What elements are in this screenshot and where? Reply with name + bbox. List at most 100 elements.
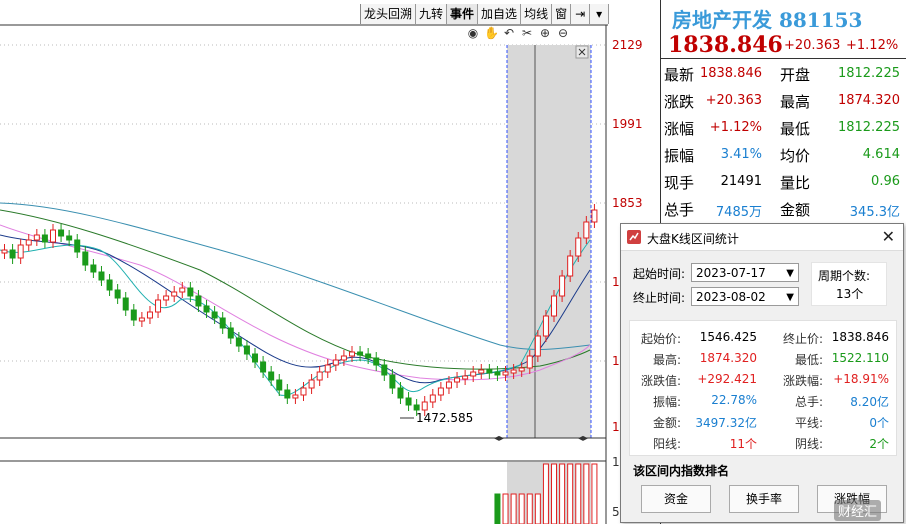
start-time-value: 2023-07-17: [696, 266, 766, 280]
stat-value: 1874.320: [699, 351, 757, 365]
dialog-titlebar[interactable]: 大盘K线区间统计 ✕: [621, 224, 903, 251]
candle: [82, 251, 89, 266]
quote-label: 涨幅: [664, 120, 695, 138]
stat-value: 1546.425: [699, 330, 757, 344]
candle: [163, 295, 170, 301]
tab-add-watchlist[interactable]: 加自选: [478, 4, 522, 24]
candle: [58, 229, 65, 237]
candle: [308, 379, 315, 389]
quote-label: 最高: [780, 93, 811, 111]
candle: [235, 337, 242, 347]
candle: [284, 389, 291, 399]
stat-label: 平线:: [794, 416, 823, 430]
candle: [357, 351, 364, 356]
close-icon[interactable]: ✕: [882, 227, 895, 246]
period-count-box: 周期个数: 13个: [811, 262, 887, 306]
quote-label: 开盘: [780, 66, 811, 84]
candle: [155, 299, 162, 313]
eye-icon[interactable]: ◉: [466, 26, 480, 40]
zoom-out-icon[interactable]: ⊖: [556, 26, 570, 40]
dropdown-icon[interactable]: ▾: [590, 4, 610, 24]
tab-window[interactable]: 窗: [552, 4, 572, 24]
candle: [381, 364, 388, 376]
quote-row: 振幅 3.41% 均价 4.614: [662, 141, 904, 167]
candle: [445, 381, 452, 389]
price-axis-label: 2129: [612, 38, 643, 52]
volume-bar: [575, 463, 582, 524]
stat-value: 22.78%: [711, 393, 757, 407]
end-time-select[interactable]: 2023-08-02 ▼: [691, 287, 799, 306]
candle: [316, 371, 323, 381]
close-selection-icon[interactable]: [575, 45, 589, 59]
candle: [187, 287, 194, 297]
candle: [17, 244, 24, 259]
candle: [66, 235, 73, 241]
stat-label: 阴线:: [794, 437, 823, 451]
quote-value: +20.363: [705, 93, 762, 108]
start-time-select[interactable]: 2023-07-17 ▼: [691, 263, 799, 282]
capital-flow-button[interactable]: 资金: [641, 485, 711, 513]
volume-bar: [494, 493, 501, 524]
ma-line-pink: [0, 224, 591, 381]
turnover-rate-button[interactable]: 换手率: [729, 485, 799, 513]
stat-value: 2个: [869, 437, 889, 451]
candle: [478, 369, 485, 374]
candle: [454, 377, 461, 383]
candle: [300, 387, 307, 396]
candle: [9, 249, 16, 259]
scissors-icon[interactable]: ✂: [520, 26, 534, 40]
volume-bar: [534, 493, 541, 524]
hand-icon[interactable]: ✋: [484, 26, 499, 40]
stat-value: 11个: [729, 437, 757, 451]
period-count-label: 周期个数:: [818, 269, 871, 283]
tab-events[interactable]: 事件: [447, 4, 479, 24]
svg-text:◂▸: ◂▸: [494, 433, 504, 444]
kline-chart[interactable]: 1472.585 ◂▸ ◂▸: [0, 0, 610, 524]
tab-dragon-head-review[interactable]: 龙头回溯: [361, 4, 417, 24]
candle: [146, 311, 153, 319]
candle: [559, 275, 566, 297]
quote-value: 1812.225: [837, 120, 900, 135]
stat-label: 总手:: [794, 395, 823, 409]
candle: [90, 264, 97, 273]
end-time-label: 终止时间:: [633, 291, 686, 305]
quote-label: 现手: [664, 174, 695, 192]
candle: [179, 287, 186, 293]
candle: [276, 379, 283, 391]
stat-label: 最低:: [794, 353, 823, 367]
quote-label: 涨跌: [664, 93, 695, 111]
candle: [219, 317, 226, 329]
panel-divider: [660, 58, 906, 59]
candle: [324, 364, 331, 373]
tab-nine-turn[interactable]: 九转: [416, 4, 448, 24]
period-count-value: 13个: [836, 287, 864, 301]
candle: [171, 291, 178, 297]
candle: [373, 357, 380, 366]
candle: [462, 375, 469, 380]
ma-line-blue: [0, 202, 591, 350]
candle: [114, 289, 121, 299]
candle: [203, 305, 210, 313]
quote-value: 7485万: [715, 205, 762, 220]
candle: [575, 237, 582, 257]
candle: [494, 371, 501, 376]
candle: [510, 369, 517, 374]
quote-row: 现手 21491 量比 0.96: [662, 168, 904, 194]
zoom-in-icon[interactable]: ⊕: [538, 26, 552, 40]
collapse-right-icon[interactable]: ⇥: [571, 4, 591, 24]
price-axis-label: 1991: [612, 117, 643, 131]
candle: [25, 239, 32, 246]
candle: [429, 394, 436, 403]
back-icon[interactable]: ↶: [502, 26, 516, 40]
candle: [332, 359, 339, 366]
stat-label: 金额:: [652, 416, 681, 430]
candle: [98, 271, 105, 281]
candle: [211, 311, 218, 319]
chart-app-icon: [627, 230, 641, 244]
candle: [348, 351, 355, 357]
low-price-annotation: 1472.585: [416, 411, 473, 425]
current-price: 1838.846: [668, 32, 783, 58]
tab-moving-average[interactable]: 均线: [521, 4, 553, 24]
stat-label: 阳线:: [652, 437, 681, 451]
candle: [413, 404, 420, 411]
